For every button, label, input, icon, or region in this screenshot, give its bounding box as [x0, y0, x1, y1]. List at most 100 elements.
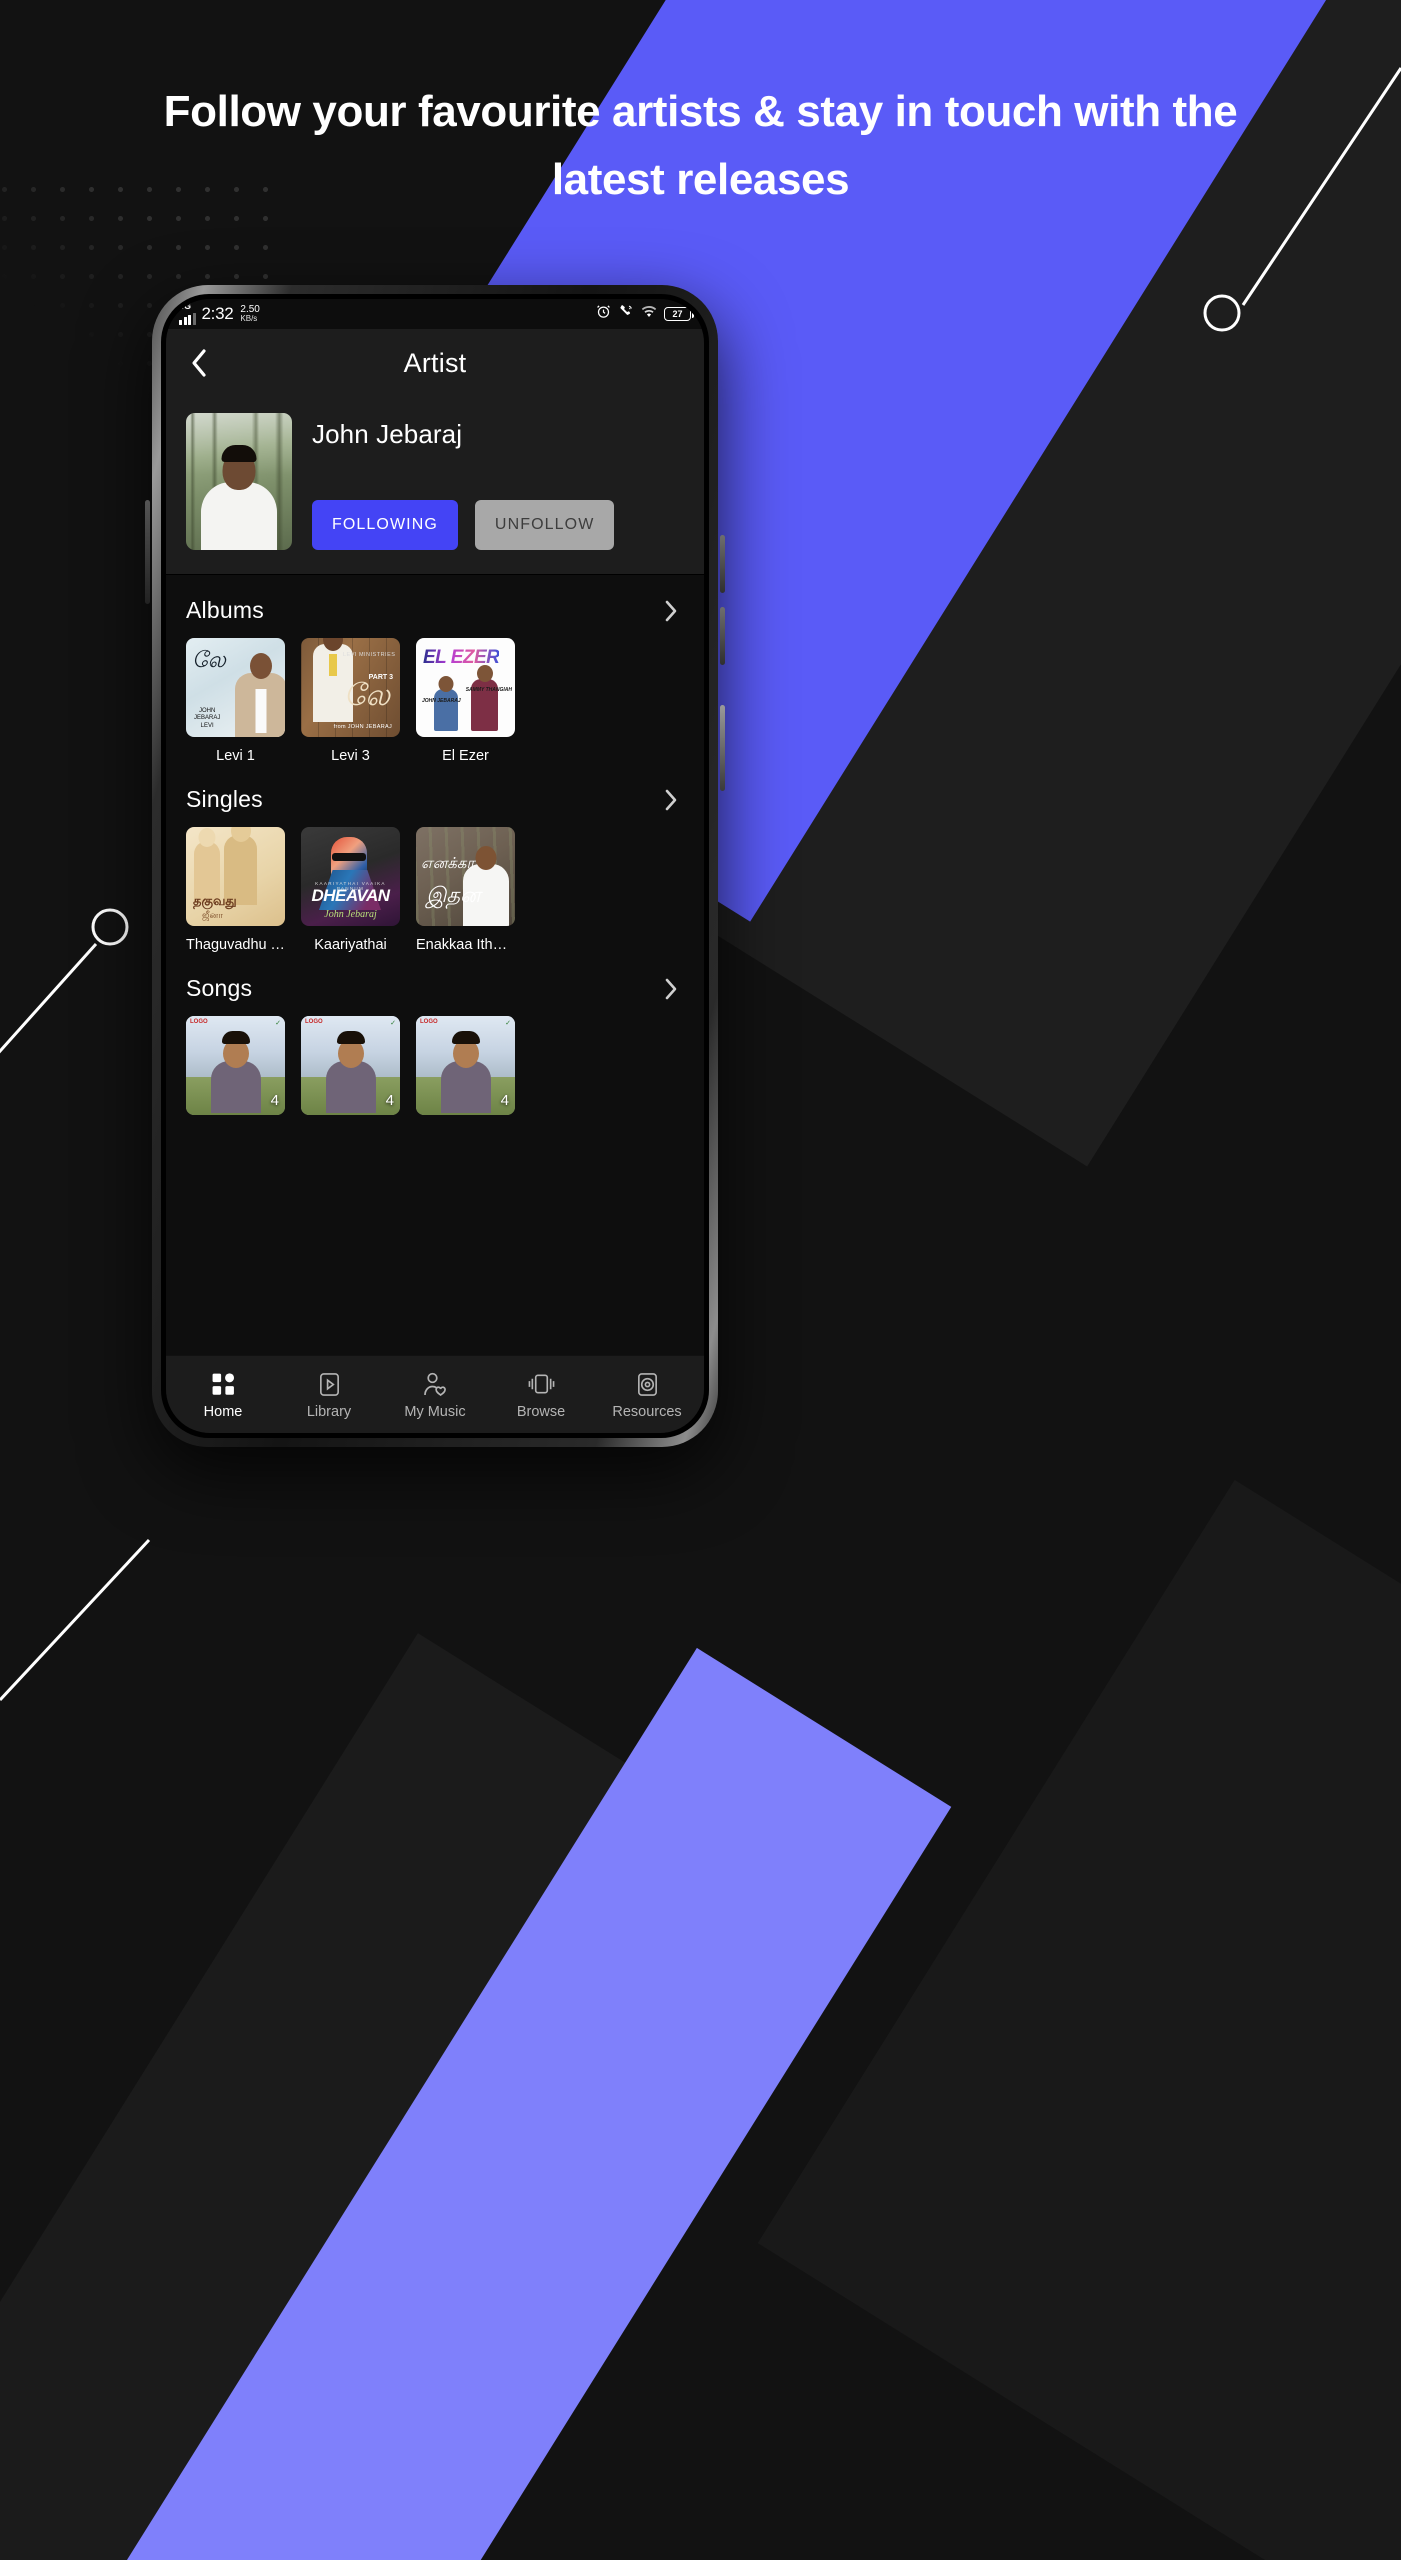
- verified-icon: ✓: [390, 1020, 396, 1027]
- artist-content: Albums லே JOHN JEBARAJ LEVI Levi 1 LEVI …: [166, 575, 704, 1355]
- song-art: LOGO ✓ 4: [186, 1016, 285, 1115]
- song-art-figure: [325, 1061, 376, 1113]
- song-art-logo: LOGO: [420, 1019, 438, 1025]
- song-art: LOGO ✓ 4: [301, 1016, 400, 1115]
- nav-item-library[interactable]: Library: [276, 1363, 382, 1420]
- album-card[interactable]: LEVI MINISTRIES PART 3 லே from JOHN JEBA…: [301, 638, 400, 764]
- section-title: Songs: [186, 975, 253, 1001]
- volume-down-button[interactable]: [720, 607, 725, 665]
- photo-hair: [221, 445, 257, 462]
- album-art-script: லே: [192, 647, 226, 672]
- battery-level-label: 27: [672, 309, 683, 319]
- single-title: Kaariyathai: [314, 937, 387, 953]
- verified-icon: ✓: [275, 1020, 281, 1027]
- album-art-figure: [235, 673, 285, 737]
- album-art-caption: JOHN JEBARAJ LEVI: [194, 707, 221, 729]
- bottom-navigation: Home Library My Music Browse Resources: [166, 1355, 704, 1433]
- artist-header: John Jebaraj FOLLOWING UNFOLLOW: [166, 397, 704, 575]
- section-title: Singles: [186, 786, 263, 812]
- back-chevron-icon[interactable]: [182, 346, 216, 380]
- photo-torso: [201, 482, 277, 550]
- album-art: லே JOHN JEBARAJ LEVI: [186, 638, 285, 737]
- wifi-icon: [641, 305, 657, 323]
- single-title: Thaguvadhu Th...: [186, 937, 285, 953]
- nav-item-browse[interactable]: Browse: [488, 1363, 594, 1420]
- song-art-logo: LOGO: [305, 1019, 323, 1025]
- song-card[interactable]: LOGO ✓ 4: [416, 1016, 515, 1115]
- album-title: El Ezer: [442, 748, 489, 764]
- dark-diagonal-stripe-bottom: [0, 1633, 698, 2560]
- single-art-script-2: ஜீனா: [202, 910, 223, 920]
- single-card[interactable]: KAARIYATHAI VAAIKA PANNUM DHEAVAN John J…: [301, 827, 400, 953]
- section-header-albums: Albums: [166, 575, 704, 638]
- following-button[interactable]: FOLLOWING: [312, 500, 458, 550]
- song-card[interactable]: LOGO ✓ 4: [301, 1016, 400, 1115]
- status-time: 2:32: [201, 304, 234, 323]
- artist-photo[interactable]: [186, 413, 292, 550]
- nav-item-my-music[interactable]: My Music: [382, 1363, 488, 1420]
- artist-action-buttons: FOLLOWING UNFOLLOW: [312, 500, 684, 550]
- chevron-right-icon[interactable]: [658, 787, 684, 813]
- section-header-songs: Songs: [166, 953, 704, 1016]
- chevron-right-icon[interactable]: [658, 598, 684, 624]
- page-title: Artist: [403, 347, 467, 378]
- signal-indicator: 4G: [179, 300, 196, 325]
- promo-headline: Follow your favourite artists & stay in …: [163, 87, 1238, 205]
- dark-wedge-bottom-right: [757, 1479, 1401, 2560]
- nav-label: Library: [306, 1404, 352, 1420]
- single-art-signature: John Jebaraj: [324, 909, 377, 920]
- album-title: Levi 1: [216, 748, 255, 764]
- album-title: Levi 3: [331, 748, 370, 764]
- app-bar: Artist: [166, 329, 704, 397]
- grid-home-icon: [211, 1371, 236, 1397]
- album-art-name-left: JOHN JEBARAJ: [422, 698, 461, 704]
- album-row: லே JOHN JEBARAJ LEVI Levi 1 LEVI MINISTRIE…: [166, 638, 704, 764]
- single-art-script-1: தகுவது: [193, 893, 237, 908]
- album-card[interactable]: EL EZER JOHN JEBARAJ SAMMY THANGIAH El E…: [416, 638, 515, 764]
- phone-mockup: 4G 2:32 2.50 KB/s 27 Artist John Jebaraj…: [145, 285, 725, 1447]
- song-art-logo: LOGO: [190, 1019, 208, 1025]
- songs-row: LOGO ✓ 4 LOGO ✓ 4 LOGO ✓ 4: [166, 1016, 704, 1115]
- carousel-icon: [528, 1371, 555, 1397]
- wifi-calling-icon: [618, 304, 634, 324]
- purple-diagonal-stripe-bottom: [0, 1647, 952, 2560]
- nav-label: My Music: [404, 1404, 466, 1420]
- album-art-script: லே: [343, 679, 390, 712]
- data-speed: 2.50 KB/s: [240, 305, 259, 323]
- nav-label: Resources: [612, 1404, 682, 1420]
- single-card[interactable]: எனக்கா இதன Enakkaa Ithana: [416, 827, 515, 953]
- left-side-button[interactable]: [145, 500, 150, 604]
- song-track-count: 4: [500, 1092, 509, 1109]
- nav-item-resources[interactable]: Resources: [594, 1363, 700, 1420]
- unfollow-button[interactable]: UNFOLLOW: [474, 500, 615, 550]
- alarm-icon: [596, 304, 611, 324]
- battery-indicator: 27: [664, 307, 695, 321]
- network-type-label: 4G: [179, 300, 192, 311]
- artist-meta: John Jebaraj FOLLOWING UNFOLLOW: [312, 413, 684, 550]
- artist-name: John Jebaraj: [312, 419, 463, 449]
- album-art: LEVI MINISTRIES PART 3 லே from JOHN JEBA…: [301, 638, 400, 737]
- person-heart-icon: [422, 1371, 448, 1397]
- data-speed-unit: KB/s: [240, 314, 258, 323]
- verified-icon: ✓: [505, 1020, 511, 1027]
- section-title: Albums: [186, 597, 264, 623]
- phone-screen: 4G 2:32 2.50 KB/s 27 Artist John Jebaraj…: [166, 299, 704, 1433]
- single-art: KAARIYATHAI VAAIKA PANNUM DHEAVAN John J…: [301, 827, 400, 926]
- volume-up-button[interactable]: [720, 535, 725, 593]
- single-title: Enakkaa Ithana: [416, 937, 515, 953]
- single-art-script-2: இதன: [426, 883, 481, 907]
- section-header-singles: Singles: [166, 764, 704, 827]
- album-art: EL EZER JOHN JEBARAJ SAMMY THANGIAH: [416, 638, 515, 737]
- nav-item-home[interactable]: Home: [170, 1363, 276, 1420]
- sunglasses-icon: [332, 853, 366, 861]
- power-button[interactable]: [720, 705, 725, 791]
- song-card[interactable]: LOGO ✓ 4: [186, 1016, 285, 1115]
- chevron-right-icon[interactable]: [658, 976, 684, 1002]
- album-card[interactable]: லே JOHN JEBARAJ LEVI Levi 1: [186, 638, 285, 764]
- single-card[interactable]: தகுவது ஜீனா Thaguvadhu Th...: [186, 827, 285, 953]
- album-art-figure-left: [434, 689, 458, 731]
- single-art: தகுவது ஜீனா: [186, 827, 285, 926]
- play-box-icon: [318, 1371, 341, 1397]
- album-art-name-right: SAMMY THANGIAH: [465, 687, 512, 693]
- song-track-count: 4: [385, 1092, 394, 1109]
